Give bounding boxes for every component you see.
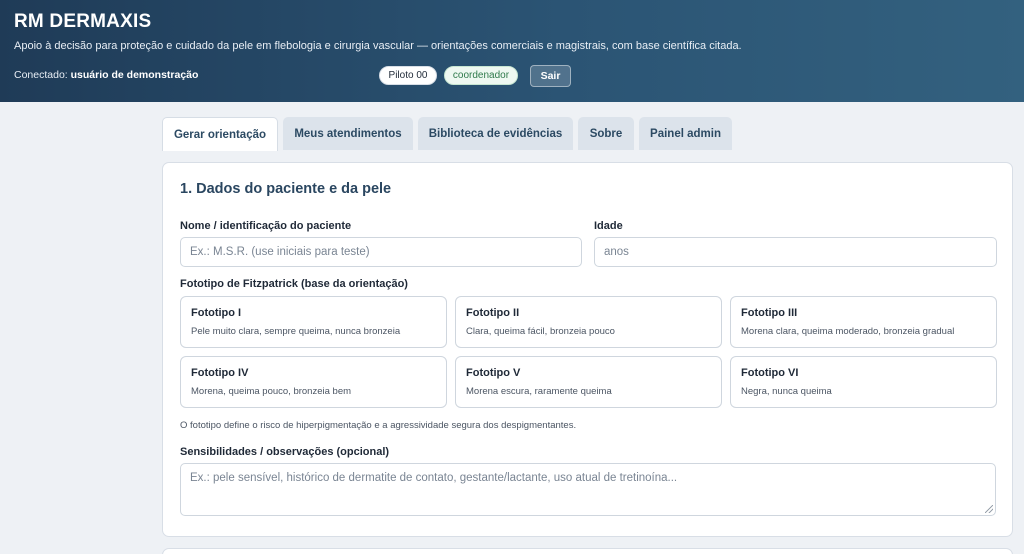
fototipo-option-4[interactable]: Fototipo IV Morena, queima pouco, bronze… [180,356,447,408]
patient-name-input[interactable]: Ex.: M.S.R. (use iniciais para teste) [180,237,582,267]
fototipo-title: Fototipo VI [741,367,799,379]
age-label: Idade [594,220,623,232]
app-tagline: Apoio à decisão para proteção e cuidado … [14,40,742,52]
fototipo-desc: Pele muito clara, sempre queima, nunca b… [191,326,401,337]
logout-button[interactable]: Sair [530,65,571,87]
fototipo-desc: Morena escura, raramente queima [466,386,612,397]
fitzpatrick-label: Fototipo de Fitzpatrick (base da orienta… [180,278,408,290]
connection-status: Conectado: usuário de demonstração [14,69,198,81]
fototipo-desc: Morena, queima pouco, bronzeia bem [191,386,352,397]
fototipo-title: Fototipo IV [191,367,249,379]
fototipo-option-1[interactable]: Fototipo I Pele muito clara, sempre quei… [180,296,447,348]
tab-meus-atendimentos[interactable]: Meus atendimentos [283,117,413,150]
patient-name-label: Nome / identificação do paciente [180,220,352,232]
fototipo-desc: Morena clara, queima moderado, bronzeia … [741,326,955,337]
section-title: 1. Dados do paciente e da pele [180,181,392,197]
patient-skin-card: 1. Dados do paciente e da pele Nome / id… [162,162,1013,537]
app-header: RM DERMAXIS Apoio à decisão para proteçã… [0,0,1024,102]
role-badge: coordenador [444,66,518,85]
fototipo-option-2[interactable]: Fototipo II Clara, queima fácil, bronzei… [455,296,722,348]
fitzpatrick-hint: O fototipo define o risco de hiperpigmen… [180,420,577,431]
sensitivities-placeholder: Ex.: pele sensível, histórico de dermati… [190,472,678,484]
pilot-badge: Piloto 00 [379,66,437,85]
fototipo-title: Fototipo III [741,307,798,319]
fototipo-option-3[interactable]: Fototipo III Morena clara, queima modera… [730,296,997,348]
resize-grip-icon[interactable] [985,505,993,513]
connected-user: usuário de demonstração [70,69,199,81]
next-section-card [162,548,1013,554]
app-title: RM DERMAXIS [14,11,152,32]
fototipo-title: Fototipo I [191,307,242,319]
fototipo-title: Fototipo II [466,307,520,319]
fototipo-desc: Negra, nunca queima [741,386,832,397]
tab-sobre[interactable]: Sobre [578,117,634,150]
connection-prefix: Conectado: [14,69,68,81]
sensitivities-label: Sensibilidades / observações (opcional) [180,446,390,458]
fototipo-title: Fototipo V [466,367,521,379]
tab-painel-admin[interactable]: Painel admin [639,117,732,150]
sensitivities-textarea[interactable]: Ex.: pele sensível, histórico de dermati… [180,463,996,516]
fototipo-option-5[interactable]: Fototipo V Morena escura, raramente quei… [455,356,722,408]
fototipo-option-6[interactable]: Fototipo VI Negra, nunca queima [730,356,997,408]
tab-biblioteca-evidencias[interactable]: Biblioteca de evidências [418,117,573,150]
fototipo-desc: Clara, queima fácil, bronzeia pouco [466,326,615,337]
age-input[interactable]: anos [594,237,997,267]
tab-gerar-orientacao[interactable]: Gerar orientação [162,117,278,151]
